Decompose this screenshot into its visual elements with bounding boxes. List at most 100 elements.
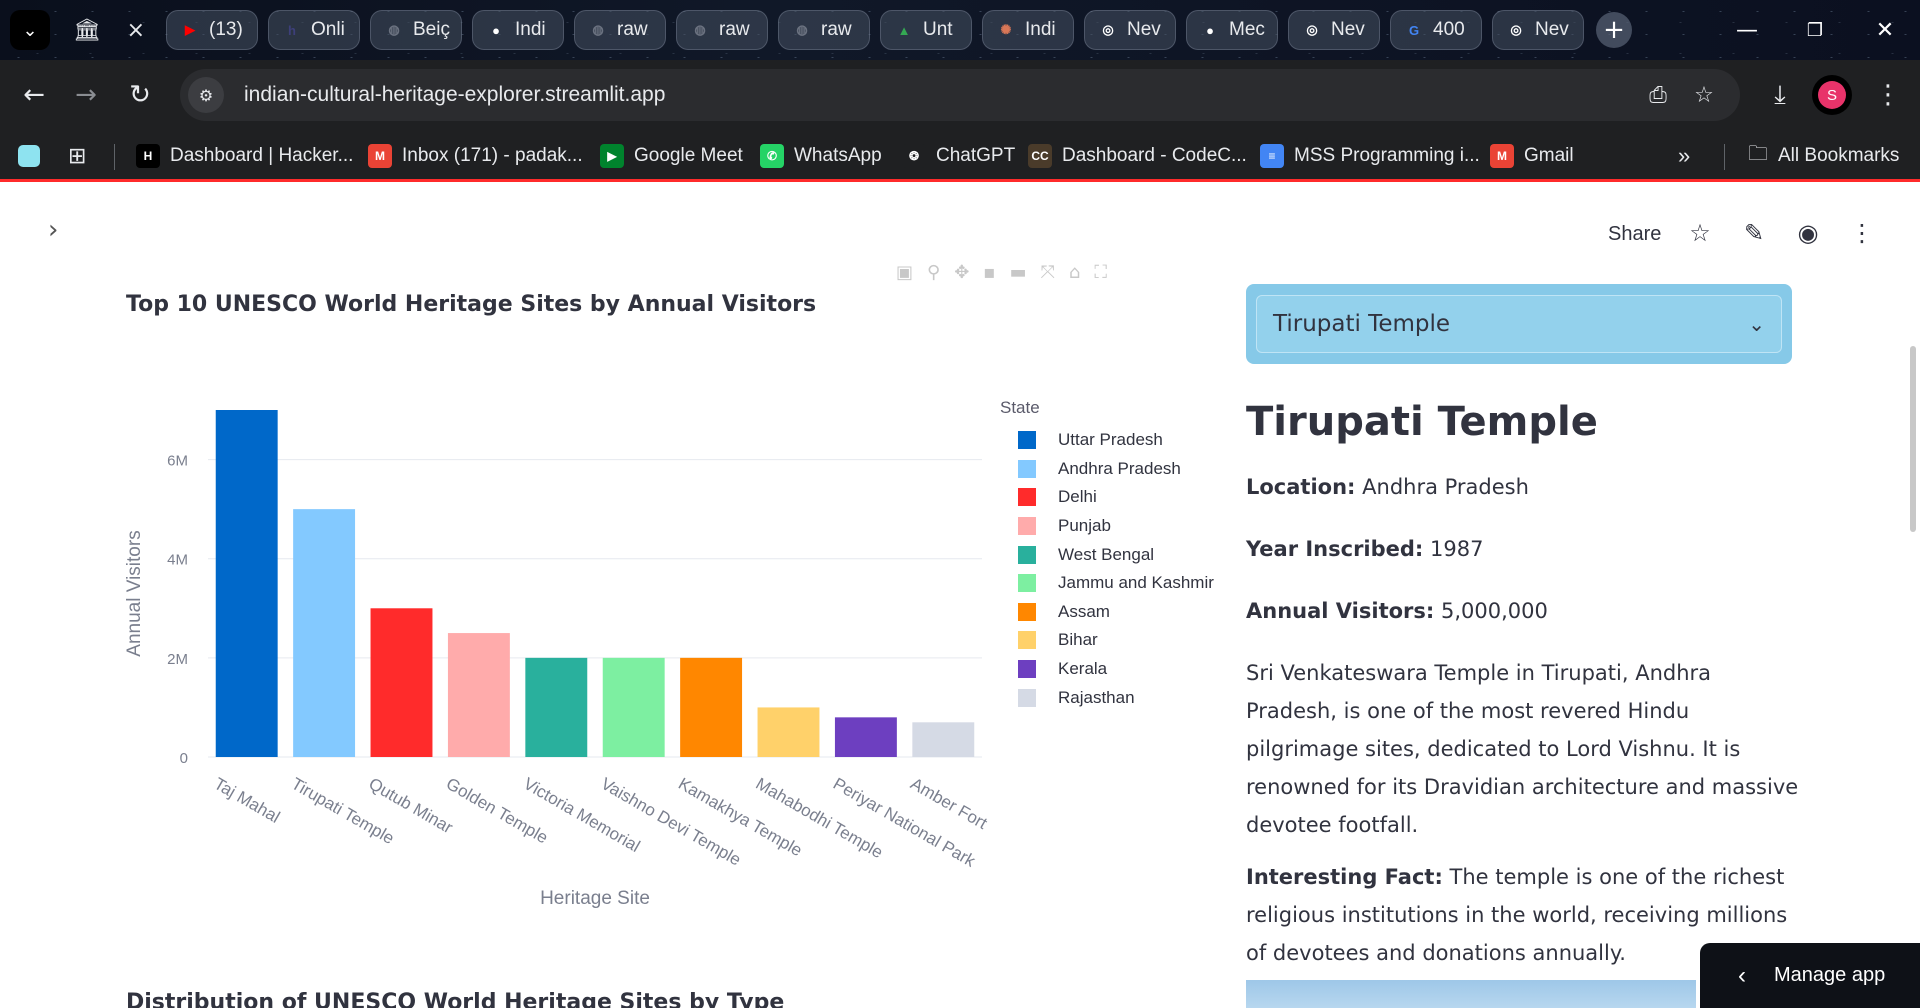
browser-tab[interactable]: ◍ Beiç <box>370 10 462 50</box>
bookmark-item[interactable]: CC Dashboard - CodeC... <box>1028 138 1247 174</box>
address-bar[interactable]: ⚙ indian-cultural-heritage-explorer.stre… <box>180 69 1740 121</box>
page-scrollbar[interactable] <box>1910 346 1916 532</box>
browser-tab[interactable]: G 400 <box>1390 10 1482 50</box>
edit-pencil-icon[interactable]: ✎ <box>1736 215 1772 251</box>
more-bookmarks-button[interactable]: » <box>1678 138 1690 174</box>
browser-tab[interactable]: ▲ Unt <box>880 10 972 50</box>
legend-item[interactable]: Delhi <box>1000 483 1214 512</box>
apps-grid-icon[interactable]: ⊞ <box>68 138 86 174</box>
legend-item[interactable]: Jammu and Kashmir <box>1000 569 1214 598</box>
legend-item[interactable]: West Bengal <box>1000 540 1214 569</box>
bookmark-item[interactable]: M Gmail <box>1490 138 1574 174</box>
year-label: Year Inscribed: <box>1246 537 1424 561</box>
browser-tab[interactable]: ● Indi <box>472 10 564 50</box>
bar-chart[interactable]: 02M4M6MTaj Mahal Tirupati TempleQutub Min… <box>110 380 1010 920</box>
browser-tab[interactable]: ◍ raw <box>778 10 870 50</box>
share-button[interactable]: Share <box>1608 223 1661 246</box>
bar[interactable] <box>834 717 897 757</box>
legend-label: Kerala <box>1058 659 1108 679</box>
favorite-star-icon[interactable]: ☆ <box>1682 215 1718 251</box>
legend-item[interactable]: Uttar Pradesh <box>1000 426 1214 455</box>
browser-tab-label: raw <box>821 19 852 40</box>
bookmark-item[interactable]: ✆ WhatsApp <box>760 138 882 174</box>
zoom-icon[interactable]: ⚲ <box>927 262 940 283</box>
legend-item[interactable]: Punjab <box>1000 512 1214 541</box>
bar[interactable] <box>447 633 510 757</box>
bar[interactable] <box>293 509 356 757</box>
legend-swatch <box>1018 631 1036 650</box>
install-app-icon[interactable]: ⎙ <box>1640 77 1676 113</box>
browser-menu-icon[interactable]: ⋮ <box>1868 75 1908 115</box>
site-select[interactable]: Tirupati Temple ⌄ <box>1256 295 1782 353</box>
profile-avatar[interactable]: S <box>1812 75 1852 115</box>
bookmark-item[interactable]: ▶ Google Meet <box>600 138 743 174</box>
browser-tab[interactable]: ▶ (13) <box>166 10 258 50</box>
tab-search-chevron-icon[interactable]: ⌄ <box>10 10 50 50</box>
browser-tab[interactable]: ● Mec <box>1186 10 1278 50</box>
url-text[interactable]: indian-cultural-heritage-explorer.stream… <box>244 83 665 107</box>
bookmark-label: Gmail <box>1524 145 1574 166</box>
github-icon: ● <box>1206 22 1214 38</box>
profile-initial: S <box>1818 81 1846 109</box>
bookmark-item[interactable]: ❂ ChatGPT <box>902 138 1015 174</box>
legend-item[interactable]: Kerala <box>1000 655 1214 684</box>
bookmark-star-icon[interactable]: ☆ <box>1686 77 1722 113</box>
reset-axes-icon[interactable]: ⌂ <box>1069 262 1080 283</box>
github-icon[interactable]: ◉ <box>1790 215 1826 251</box>
browser-tab[interactable]: ◍ raw <box>574 10 666 50</box>
bookmark-item[interactable]: ≡ MSS Programming i... <box>1260 138 1480 174</box>
chart-modebar: ▣ ⚲ ✥ ▪ ▬ ⤧ ⌂ ⛶ <box>896 262 1107 283</box>
legend-label: Uttar Pradesh <box>1058 430 1163 450</box>
camera-icon[interactable]: ▣ <box>896 262 913 283</box>
forward-arrow-icon[interactable]: → <box>66 75 106 115</box>
sidebar-app-icon[interactable] <box>18 138 40 174</box>
site-info-icon[interactable]: ⚙ <box>188 77 224 113</box>
download-icon[interactable]: ⤓ <box>1760 75 1800 115</box>
x-tick-label: Vaishno Devi Temple <box>598 774 744 870</box>
restore-icon[interactable]: ❐ <box>1792 10 1838 50</box>
bar[interactable] <box>215 410 278 757</box>
reload-icon[interactable]: ↻ <box>120 75 160 115</box>
bar[interactable] <box>912 722 975 757</box>
bar[interactable] <box>525 657 588 757</box>
minimize-icon[interactable]: — <box>1724 10 1770 50</box>
legend-label: Rajasthan <box>1058 687 1135 707</box>
location-label: Location: <box>1246 475 1356 499</box>
bookmark-item[interactable]: H Dashboard | Hacker... <box>136 138 353 174</box>
browser-tab[interactable]: ✺ Indi <box>982 10 1074 50</box>
legend-item[interactable]: Bihar <box>1000 626 1214 655</box>
browser-tab[interactable]: ◎ Nev <box>1084 10 1176 50</box>
zoom-out-icon[interactable]: ▬ <box>1010 262 1027 283</box>
all-bookmarks-folder[interactable]: 🗀 All Bookmarks <box>1748 138 1899 174</box>
site-image <box>1246 980 1696 1008</box>
y-tick-label: 0 <box>180 750 188 767</box>
bar[interactable] <box>680 657 743 757</box>
browser-tab[interactable]: ◎ Nev <box>1492 10 1584 50</box>
legend-item[interactable]: Andhra Pradesh <box>1000 455 1214 484</box>
bar[interactable] <box>757 707 820 757</box>
new-tab-button[interactable]: + <box>1596 12 1632 48</box>
fullscreen-icon[interactable]: ⛶ <box>1094 262 1107 283</box>
browser-tab[interactable]: h Onli <box>268 10 360 50</box>
gmail-icon: M <box>368 144 392 168</box>
tab-close-icon[interactable]: × <box>127 18 145 43</box>
browser-tab[interactable]: ◍ raw <box>676 10 768 50</box>
bar[interactable] <box>602 657 665 757</box>
back-arrow-icon[interactable]: ← <box>14 75 54 115</box>
expand-sidebar-chevron-icon[interactable]: › <box>48 215 58 245</box>
y-tick-label: 6M <box>167 453 188 470</box>
bookmark-item[interactable]: M Inbox (171) - padak... <box>368 138 583 174</box>
browser-tab[interactable]: ◎ Nev <box>1288 10 1380 50</box>
active-tab[interactable]: 🏛 × <box>60 8 158 52</box>
bookmark-separator <box>1724 144 1725 170</box>
legend-item[interactable]: Assam <box>1000 598 1214 627</box>
pan-icon[interactable]: ✥ <box>954 262 969 283</box>
app-menu-icon[interactable]: ⋮ <box>1844 215 1880 251</box>
chrome-icon: ◎ <box>1306 22 1318 37</box>
zoom-in-icon[interactable]: ▪ <box>983 262 995 283</box>
manage-app-button[interactable]: ‹ Manage app <box>1700 943 1920 1008</box>
window-close-icon[interactable]: ✕ <box>1862 10 1908 50</box>
autoscale-icon[interactable]: ⤧ <box>1041 262 1055 283</box>
bar[interactable] <box>370 608 433 757</box>
legend-item[interactable]: Rajasthan <box>1000 683 1214 712</box>
